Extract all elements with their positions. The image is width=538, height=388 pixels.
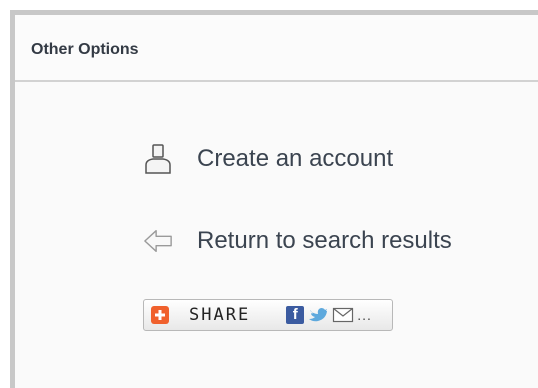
- share-button[interactable]: SHARE f ...: [143, 299, 393, 331]
- twitter-icon[interactable]: [308, 306, 328, 324]
- other-options-panel: Other Options Create an account Return t…: [10, 10, 538, 388]
- return-to-search-label: Return to search results: [197, 227, 452, 254]
- email-icon[interactable]: [332, 306, 354, 324]
- return-to-search-link[interactable]: Return to search results: [143, 225, 452, 257]
- more-services-icon[interactable]: ...: [357, 307, 372, 323]
- arrow-left-icon: [143, 225, 173, 257]
- create-account-link[interactable]: Create an account: [143, 143, 393, 175]
- create-account-label: Create an account: [197, 145, 394, 172]
- share-plus-icon: [151, 306, 169, 324]
- user-icon: [143, 143, 173, 175]
- panel-title: Other Options: [31, 41, 139, 58]
- share-label: SHARE: [189, 305, 251, 325]
- panel-header: Other Options: [15, 15, 538, 82]
- facebook-icon[interactable]: f: [286, 306, 305, 324]
